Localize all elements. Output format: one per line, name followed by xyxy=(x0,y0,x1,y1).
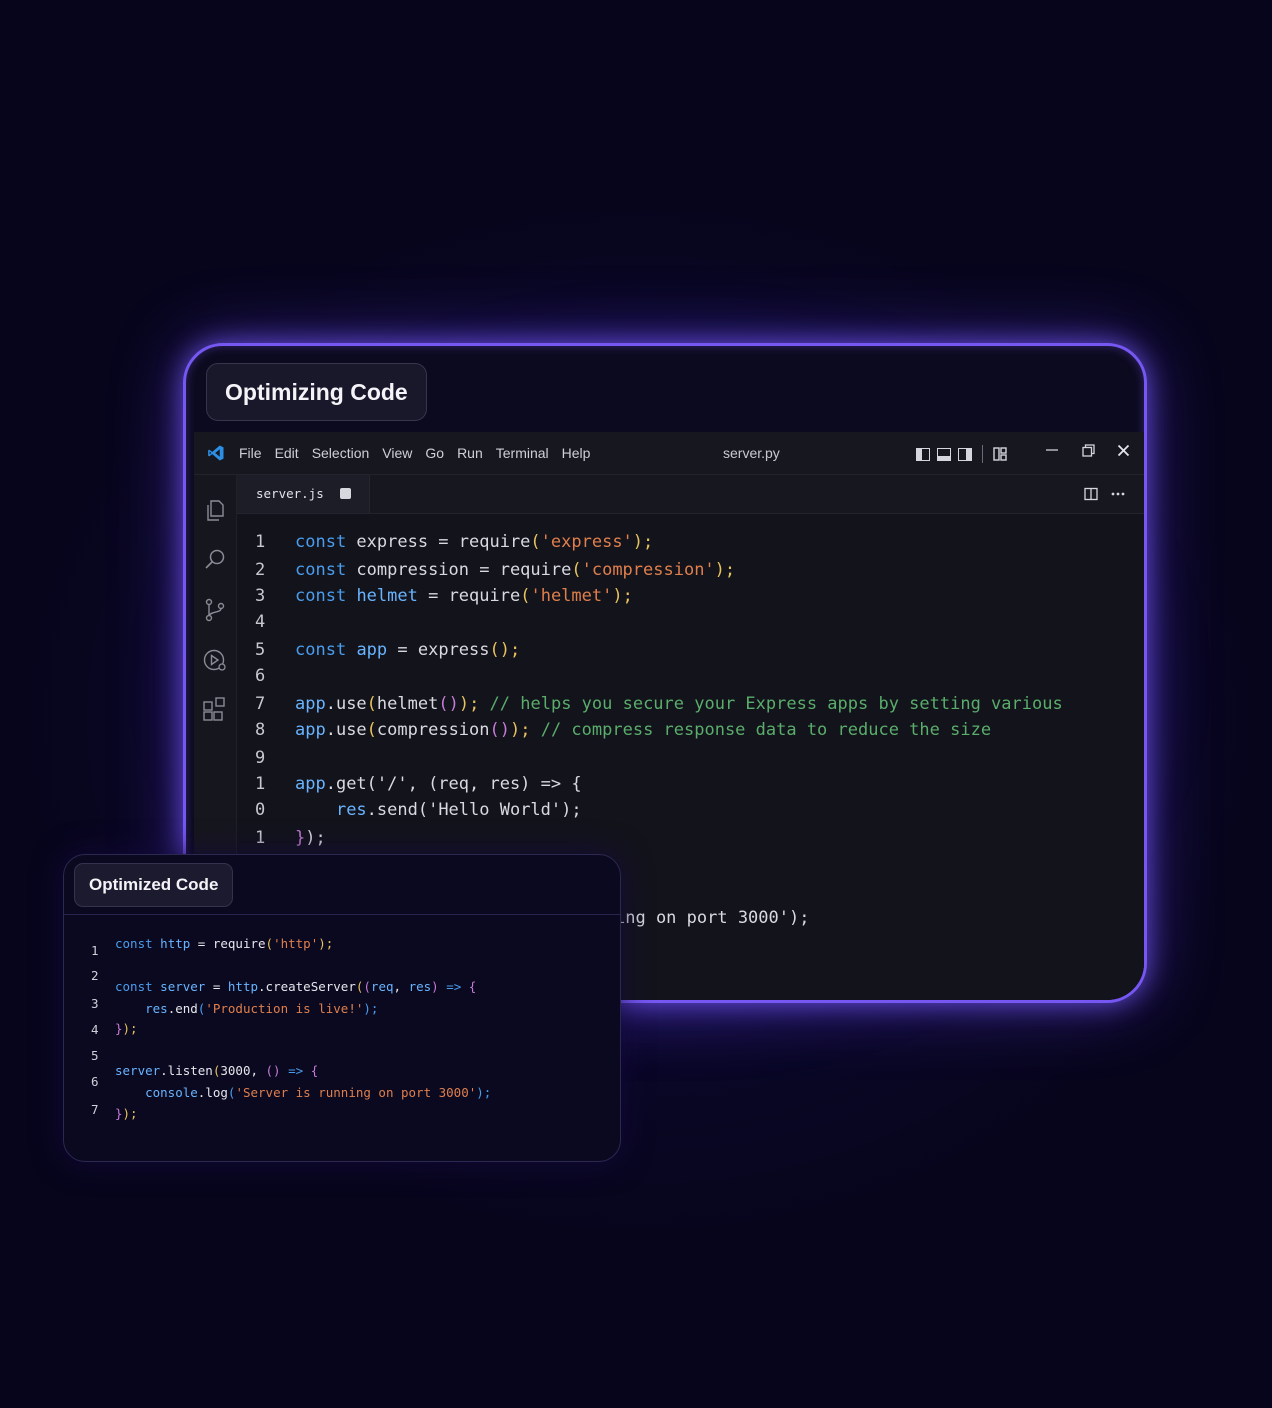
toggle-primary-sidebar-icon[interactable] xyxy=(916,447,930,461)
code-text: const helmet = require('helmet'); xyxy=(295,586,633,606)
line-number-text: 1 xyxy=(255,774,266,794)
optimized-code-line: const server = http.createServer((req, r… xyxy=(115,979,477,994)
code-text: }); xyxy=(295,828,326,848)
optimized-line-number: 2 xyxy=(91,968,99,983)
divider xyxy=(982,445,983,463)
menu-terminal[interactable]: Terminal xyxy=(496,445,549,461)
menu-file[interactable]: File xyxy=(239,445,262,461)
code-text: const app = express(); xyxy=(295,640,521,660)
editor-actions xyxy=(1084,475,1126,513)
split-editor-icon[interactable] xyxy=(1084,487,1098,501)
close-icon[interactable] xyxy=(1111,432,1135,474)
restore-icon[interactable] xyxy=(1076,432,1100,474)
line-number-text: 5 xyxy=(255,640,266,660)
menu-help[interactable]: Help xyxy=(562,445,591,461)
toggle-panel-icon[interactable] xyxy=(937,447,951,461)
optimized-code-line: }); xyxy=(115,1106,138,1121)
search-icon[interactable] xyxy=(202,547,228,573)
line-number-text: 3 xyxy=(255,586,266,606)
card-title: Optimizing Code xyxy=(206,363,427,421)
menu-view[interactable]: View xyxy=(382,445,412,461)
window-title: server.py xyxy=(723,445,780,461)
layout-controls xyxy=(916,445,1007,463)
optimized-line-number: 1 xyxy=(91,943,99,958)
optimized-code-line: console.log('Server is running on port 3… xyxy=(145,1085,492,1100)
optimized-code-line: }); xyxy=(115,1021,138,1036)
tab-server-js[interactable]: server.js xyxy=(237,475,370,513)
menu-edit[interactable]: Edit xyxy=(275,445,299,461)
line-number-text: 8 xyxy=(255,720,266,740)
vscode-logo-icon xyxy=(208,445,224,461)
menu-go[interactable]: Go xyxy=(425,445,444,461)
optimized-line-number: 7 xyxy=(91,1102,99,1117)
menu-run[interactable]: Run xyxy=(457,445,483,461)
code-text: const express = require('express'); xyxy=(295,532,654,552)
code-text: app.get('/', (req, res) => { xyxy=(295,774,582,794)
menu-bar: File Edit Selection View Go Run Terminal… xyxy=(239,432,590,474)
menu-selection[interactable]: Selection xyxy=(312,445,370,461)
code-text: app.use(helmet()); // helps you secure y… xyxy=(295,694,1063,714)
tab-bar: server.js xyxy=(237,475,1144,514)
optimized-line-number: 6 xyxy=(91,1074,99,1089)
code-text: app.use(compression()); // compress resp… xyxy=(295,720,992,740)
tab-filename: server.js xyxy=(256,486,324,501)
code-text: const compression = require('compression… xyxy=(295,560,736,580)
code-text: res.send('Hello World'); xyxy=(335,800,582,820)
title-bar: File Edit Selection View Go Run Terminal… xyxy=(194,432,1144,475)
optimized-line-number: 5 xyxy=(91,1048,99,1063)
extensions-icon[interactable] xyxy=(202,697,228,723)
optimized-card-header: Optimized Code xyxy=(64,855,620,915)
line-number-text: 7 xyxy=(255,694,266,714)
line-number-text: 1 xyxy=(255,828,266,848)
line-number-text: 2 xyxy=(255,560,266,580)
line-number-text: 6 xyxy=(255,666,266,686)
optimized-line-number: 4 xyxy=(91,1022,99,1037)
minimize-icon[interactable] xyxy=(1040,432,1064,474)
toggle-secondary-sidebar-icon[interactable] xyxy=(958,447,972,461)
explorer-files-icon[interactable] xyxy=(202,497,228,523)
optimized-card-title: Optimized Code xyxy=(74,863,234,907)
optimized-code-card: Optimized Code 1 2 3 4 5 6 7 const http = requi… xyxy=(63,854,621,1162)
optimized-code-line: res.end('Production is live!'); xyxy=(145,1001,379,1016)
more-actions-icon[interactable] xyxy=(1110,487,1126,501)
line-number-text: 9 xyxy=(255,748,266,768)
line-number-text: 1 xyxy=(255,532,266,552)
line-number-text: 0 xyxy=(255,800,266,820)
optimized-code-line: const http = require('http'); xyxy=(115,936,334,951)
unsaved-indicator-icon[interactable] xyxy=(340,488,351,499)
code-text: ing on port 3000'); xyxy=(615,908,810,928)
line-number-text: 4 xyxy=(255,612,266,632)
optimized-line-number: 3 xyxy=(91,996,99,1011)
source-control-icon[interactable] xyxy=(202,597,228,623)
run-debug-icon[interactable] xyxy=(202,647,228,673)
customize-layout-icon[interactable] xyxy=(993,447,1007,461)
optimized-code-line: server.listen(3000, () => { xyxy=(115,1063,319,1078)
